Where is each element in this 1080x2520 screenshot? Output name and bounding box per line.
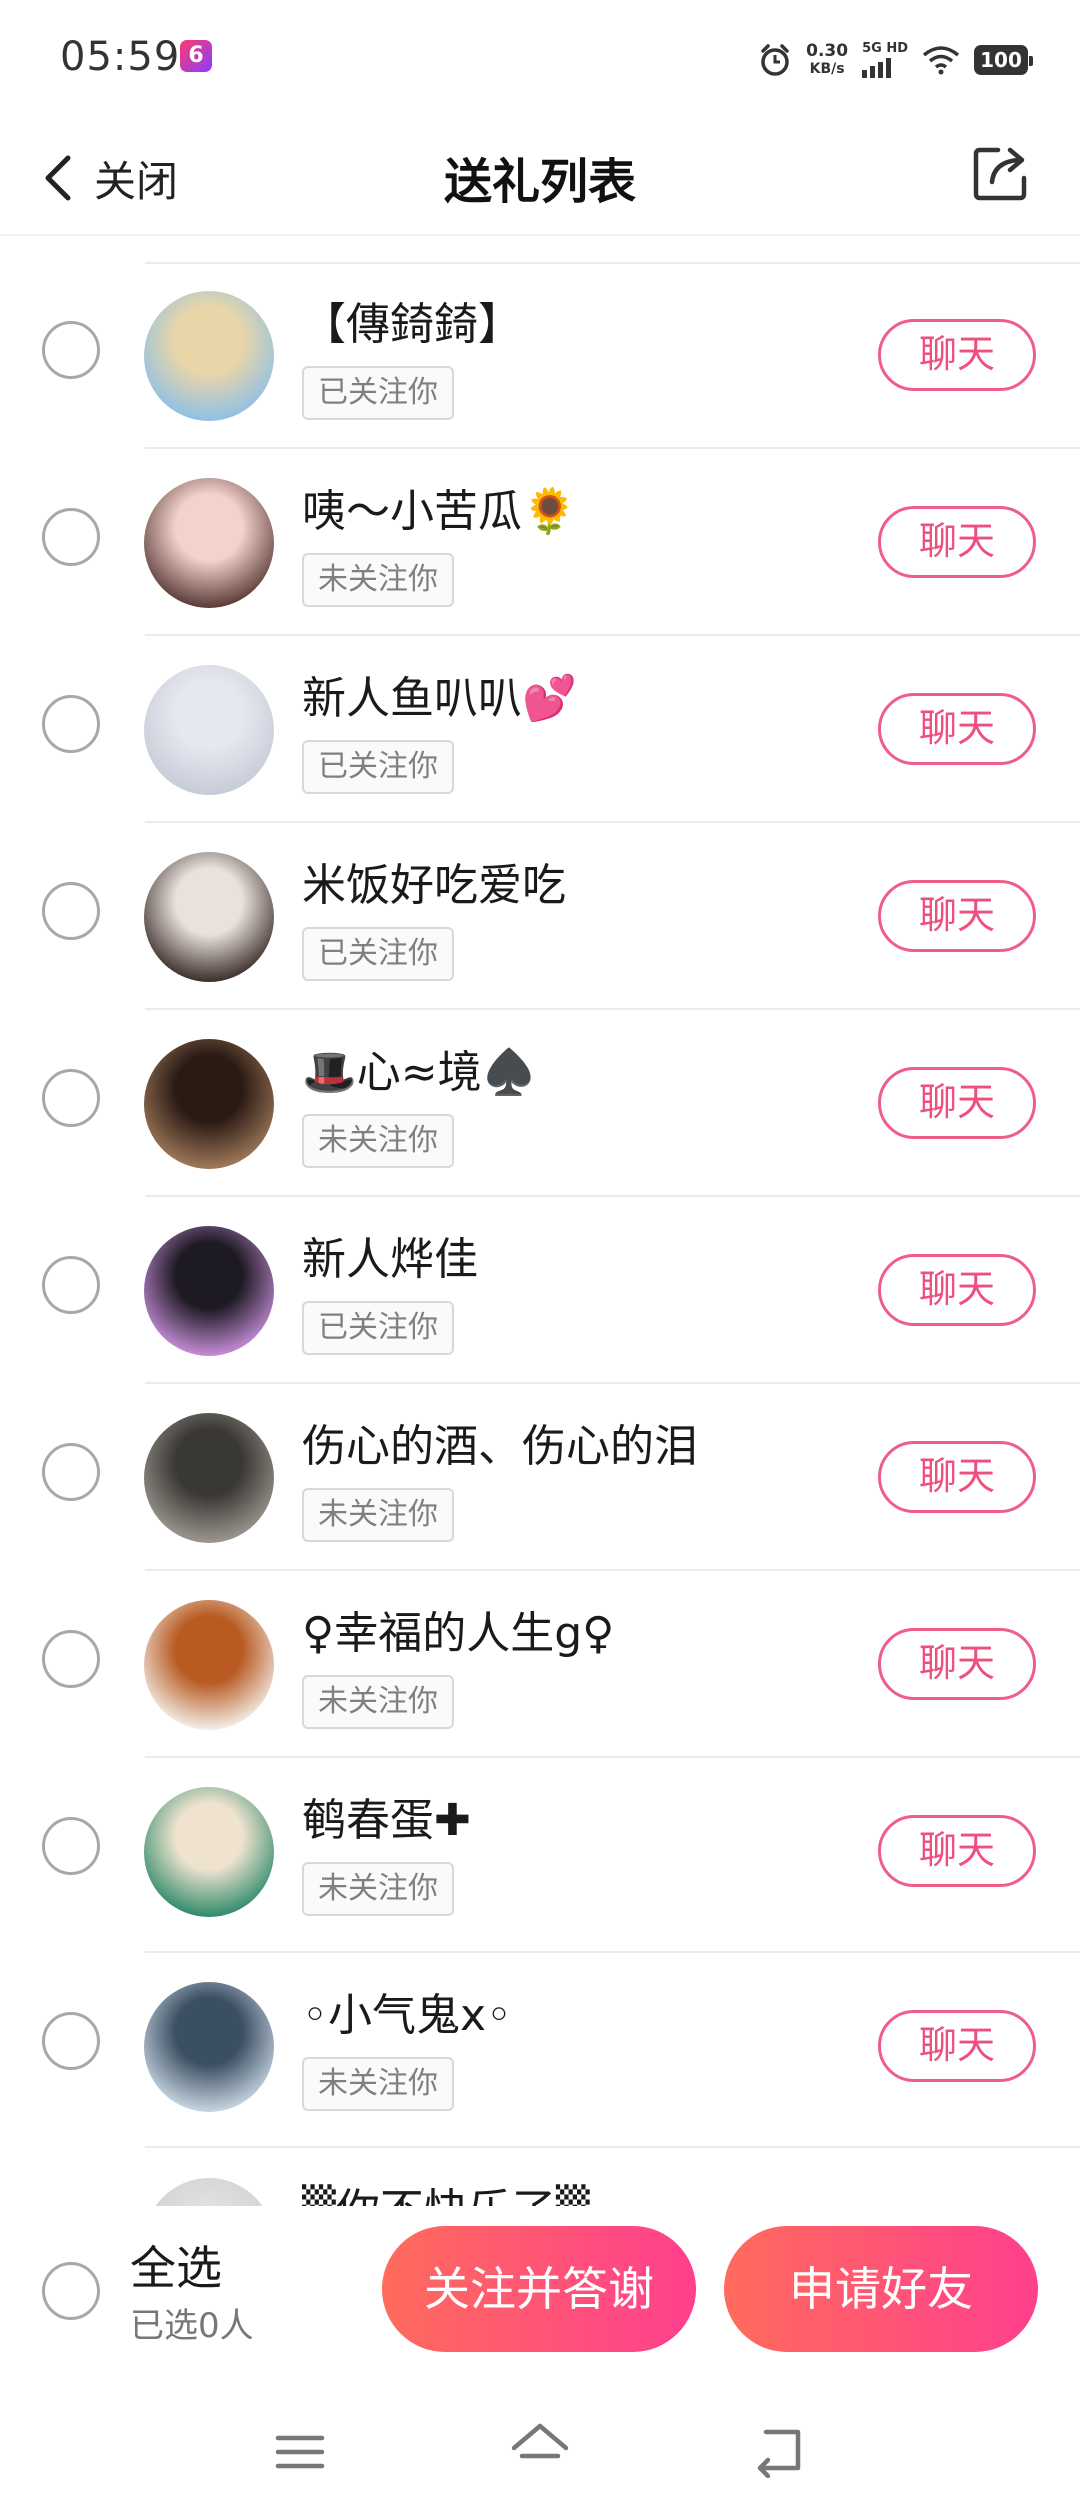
speed-unit: KB/s <box>809 61 845 77</box>
select-checkbox[interactable] <box>42 1817 100 1875</box>
avatar[interactable] <box>144 1982 274 2112</box>
page-title: 送礼列表 <box>443 154 636 210</box>
follow-status-badge: 未关注你 <box>302 1114 454 1168</box>
user-name: 【傳錡錡】 <box>302 299 522 350</box>
chat-button[interactable]: 聊天 <box>878 1254 1036 1326</box>
home-icon[interactable] <box>508 2418 572 2480</box>
menu-icon[interactable] <box>272 2424 328 2480</box>
back-icon[interactable] <box>752 2422 808 2478</box>
select-all-checkbox[interactable] <box>42 2262 100 2320</box>
chat-button[interactable]: 聊天 <box>878 319 1036 391</box>
cellular-signal: 5G HD <box>862 42 908 78</box>
wifi-icon <box>922 46 960 75</box>
user-name: 鹌春蛋✚ <box>302 1795 471 1846</box>
avatar[interactable] <box>144 1600 274 1730</box>
select-checkbox[interactable] <box>42 321 100 379</box>
follow-status-badge: 已关注你 <box>302 1301 454 1355</box>
network-type: 5G HD <box>862 41 908 56</box>
bottom-action-bar: 全选 已选0人 关注并答谢 申请好友 <box>0 2206 1080 2386</box>
select-checkbox[interactable] <box>42 1256 100 1314</box>
follow-status-badge: 未关注你 <box>302 2057 454 2111</box>
system-nav-bar <box>0 2386 1080 2520</box>
battery-icon: 100 <box>974 45 1033 75</box>
chat-button[interactable]: 聊天 <box>878 880 1036 952</box>
page-header: 关闭 送礼列表 <box>0 120 1080 236</box>
status-bar: 05:59 6 0.30 KB/s 5G HD 100 <box>0 0 1080 120</box>
select-checkbox[interactable] <box>42 2012 100 2070</box>
follow-status-badge: 未关注你 <box>302 553 454 607</box>
avatar[interactable] <box>144 1787 274 1917</box>
list-item[interactable]: 鹌春蛋✚ 未关注你 聊天 <box>0 1758 1080 1953</box>
user-name: ♀幸福的人生g♀ <box>302 1608 615 1659</box>
follow-status-badge: 已关注你 <box>302 927 454 981</box>
follow-and-thank-button[interactable]: 关注并答谢 <box>382 2226 696 2352</box>
user-name: 新人烨佳 <box>302 1234 478 1285</box>
follow-status-badge: 已关注你 <box>302 740 454 794</box>
user-name: ◦小气鬼x◦ <box>302 1990 512 2041</box>
user-name: 🎩心≈境♠️ <box>302 1047 537 1098</box>
chat-button[interactable]: 聊天 <box>878 1628 1036 1700</box>
list-item[interactable]: 新人鱼叭叭💕 已关注你 聊天 <box>0 636 1080 823</box>
follow-status-badge: 未关注你 <box>302 1675 454 1729</box>
list-item[interactable]: ◦小气鬼x◦ 未关注你 聊天 <box>0 1953 1080 2148</box>
list-item[interactable]: 米饭好吃爱吃 已关注你 聊天 <box>0 823 1080 1010</box>
list-item[interactable]: 【傳錡錡】已关注你 聊天 <box>0 262 1080 449</box>
select-checkbox[interactable] <box>42 882 100 940</box>
follow-status-badge: 已关注你 <box>302 366 454 420</box>
status-icons: 0.30 KB/s 5G HD 100 <box>758 38 1033 82</box>
gift-sender-list: 【傳錡錡】 已关注你 聊天 咦～小苦瓜🌻 未关注你 聊天 新人鱼叭叭💕 已关注你 聊天 米饭好吃爱… <box>0 262 1080 2308</box>
user-name: 米饭好吃爱吃 <box>302 860 566 911</box>
chat-button[interactable]: 聊天 <box>878 693 1036 765</box>
list-item[interactable]: 伤心的酒、伤心的泪 未关注你 聊天 <box>0 1384 1080 1571</box>
select-checkbox[interactable] <box>42 1069 100 1127</box>
select-checkbox[interactable] <box>42 1443 100 1501</box>
list-item[interactable]: 🎩心≈境♠️ 未关注你 聊天 <box>0 1010 1080 1197</box>
alarm-icon <box>761 44 789 76</box>
follow-status-badge: 未关注你 <box>302 1488 454 1542</box>
signal-bars-icon <box>862 56 892 78</box>
avatar[interactable] <box>144 852 274 982</box>
user-name: 伤心的酒、伤心的泪 <box>302 1421 698 1472</box>
network-speed: 0.30 KB/s <box>806 42 848 78</box>
selected-count: 已选0人 <box>130 2306 254 2346</box>
chat-button[interactable]: 聊天 <box>878 1441 1036 1513</box>
chat-button[interactable]: 聊天 <box>878 1067 1036 1139</box>
avatar[interactable] <box>144 665 274 795</box>
select-checkbox[interactable] <box>42 695 100 753</box>
select-checkbox[interactable] <box>42 508 100 566</box>
avatar[interactable] <box>144 1413 274 1543</box>
user-name: 咦～小苦瓜🌻 <box>302 486 577 537</box>
chat-button[interactable]: 聊天 <box>878 1815 1036 1887</box>
speed-value: 0.30 <box>806 41 849 61</box>
follow-status-badge: 未关注你 <box>302 1862 454 1916</box>
add-friend-button[interactable]: 申请好友 <box>724 2226 1038 2352</box>
avatar[interactable] <box>144 1226 274 1356</box>
avatar[interactable] <box>144 478 274 608</box>
select-checkbox[interactable] <box>42 1630 100 1688</box>
avatar[interactable] <box>144 1039 274 1169</box>
share-icon[interactable] <box>968 140 1034 206</box>
status-time: 05:59 <box>60 34 181 80</box>
list-item[interactable]: ♀幸福的人生g♀ 未关注你 聊天 <box>0 1571 1080 1758</box>
user-name: 新人鱼叭叭💕 <box>302 673 577 724</box>
select-all-label[interactable]: 全选 <box>130 2232 222 2298</box>
avatar[interactable] <box>144 291 274 421</box>
chat-button[interactable]: 聊天 <box>878 506 1036 578</box>
list-item[interactable]: 咦～小苦瓜🌻 未关注你 聊天 <box>0 449 1080 636</box>
chat-button[interactable]: 聊天 <box>878 2010 1036 2082</box>
app-notification-icon: 6 <box>180 40 212 72</box>
list-item[interactable]: 新人烨佳已关注你 聊天 <box>0 1197 1080 1384</box>
